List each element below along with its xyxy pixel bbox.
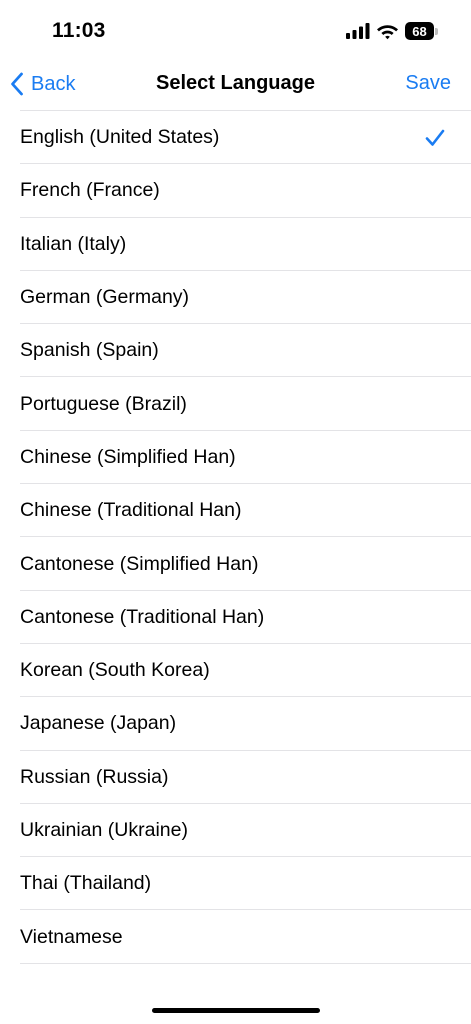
language-row-10[interactable]: Korean (South Korea) bbox=[0, 644, 471, 698]
wifi-icon bbox=[377, 24, 398, 39]
language-list: English (United States) French (France) … bbox=[0, 111, 471, 965]
status-bar: 11:03 68 bbox=[0, 0, 471, 60]
language-row-11[interactable]: Japanese (Japan) bbox=[0, 697, 471, 751]
language-row-1[interactable]: French (France) bbox=[0, 164, 471, 218]
language-label: English (United States) bbox=[20, 126, 220, 149]
language-row-3[interactable]: German (Germany) bbox=[0, 271, 471, 325]
language-label: Russian (Russia) bbox=[20, 765, 169, 788]
status-time: 11:03 bbox=[52, 19, 106, 42]
language-row-9[interactable]: Cantonese (Traditional Han) bbox=[0, 591, 471, 645]
language-label: Cantonese (Simplified Han) bbox=[20, 552, 259, 575]
language-label: Spanish (Spain) bbox=[20, 339, 159, 362]
language-row-0[interactable]: English (United States) bbox=[0, 111, 471, 165]
language-label: Vietnamese bbox=[20, 925, 123, 948]
language-row-6[interactable]: Chinese (Simplified Han) bbox=[0, 431, 471, 485]
language-label: Korean (South Korea) bbox=[20, 659, 210, 682]
screen: 11:03 68 Back Select Language Save Engli… bbox=[0, 0, 471, 1024]
language-row-5[interactable]: Portuguese (Brazil) bbox=[0, 377, 471, 432]
save-button[interactable]: Save bbox=[405, 72, 451, 95]
back-button[interactable]: Back bbox=[10, 70, 75, 98]
language-row-2[interactable]: Italian (Italy) bbox=[0, 218, 471, 272]
language-label: Thai (Thailand) bbox=[20, 872, 152, 895]
checkmark-icon bbox=[425, 129, 445, 146]
language-row-12[interactable]: Russian (Russia) bbox=[0, 751, 471, 805]
home-indicator[interactable] bbox=[152, 1008, 320, 1013]
language-row-14[interactable]: Thai (Thailand) bbox=[0, 857, 471, 911]
language-row-8[interactable]: Cantonese (Simplified Han) bbox=[0, 537, 471, 591]
battery-tip bbox=[435, 27, 438, 35]
language-row-4[interactable]: Spanish (Spain) bbox=[0, 324, 471, 378]
language-label: Japanese (Japan) bbox=[20, 712, 177, 735]
back-button-label: Back bbox=[31, 72, 76, 95]
status-icons: 68 bbox=[346, 21, 438, 41]
language-label: Italian (Italy) bbox=[20, 232, 127, 255]
language-row-15[interactable]: Vietnamese bbox=[0, 910, 471, 965]
battery-level: 68 bbox=[405, 22, 434, 40]
navigation-bar: Back Select Language Save bbox=[0, 60, 471, 111]
language-row-7[interactable]: Chinese (Traditional Han) bbox=[0, 484, 471, 538]
battery-icon: 68 bbox=[405, 22, 438, 40]
signal-icon bbox=[346, 23, 370, 39]
language-label: German (Germany) bbox=[20, 286, 190, 309]
language-label: Portuguese (Brazil) bbox=[20, 392, 187, 415]
language-label: Cantonese (Traditional Han) bbox=[20, 605, 265, 628]
language-label: Chinese (Simplified Han) bbox=[20, 445, 236, 468]
language-label: Ukrainian (Ukraine) bbox=[20, 819, 188, 841]
language-row-13[interactable]: Ukrainian (Ukraine) bbox=[0, 804, 471, 858]
chevron-left-icon bbox=[11, 72, 23, 96]
language-label: French (France) bbox=[20, 179, 160, 202]
language-label: Chinese (Traditional Han) bbox=[20, 499, 242, 522]
